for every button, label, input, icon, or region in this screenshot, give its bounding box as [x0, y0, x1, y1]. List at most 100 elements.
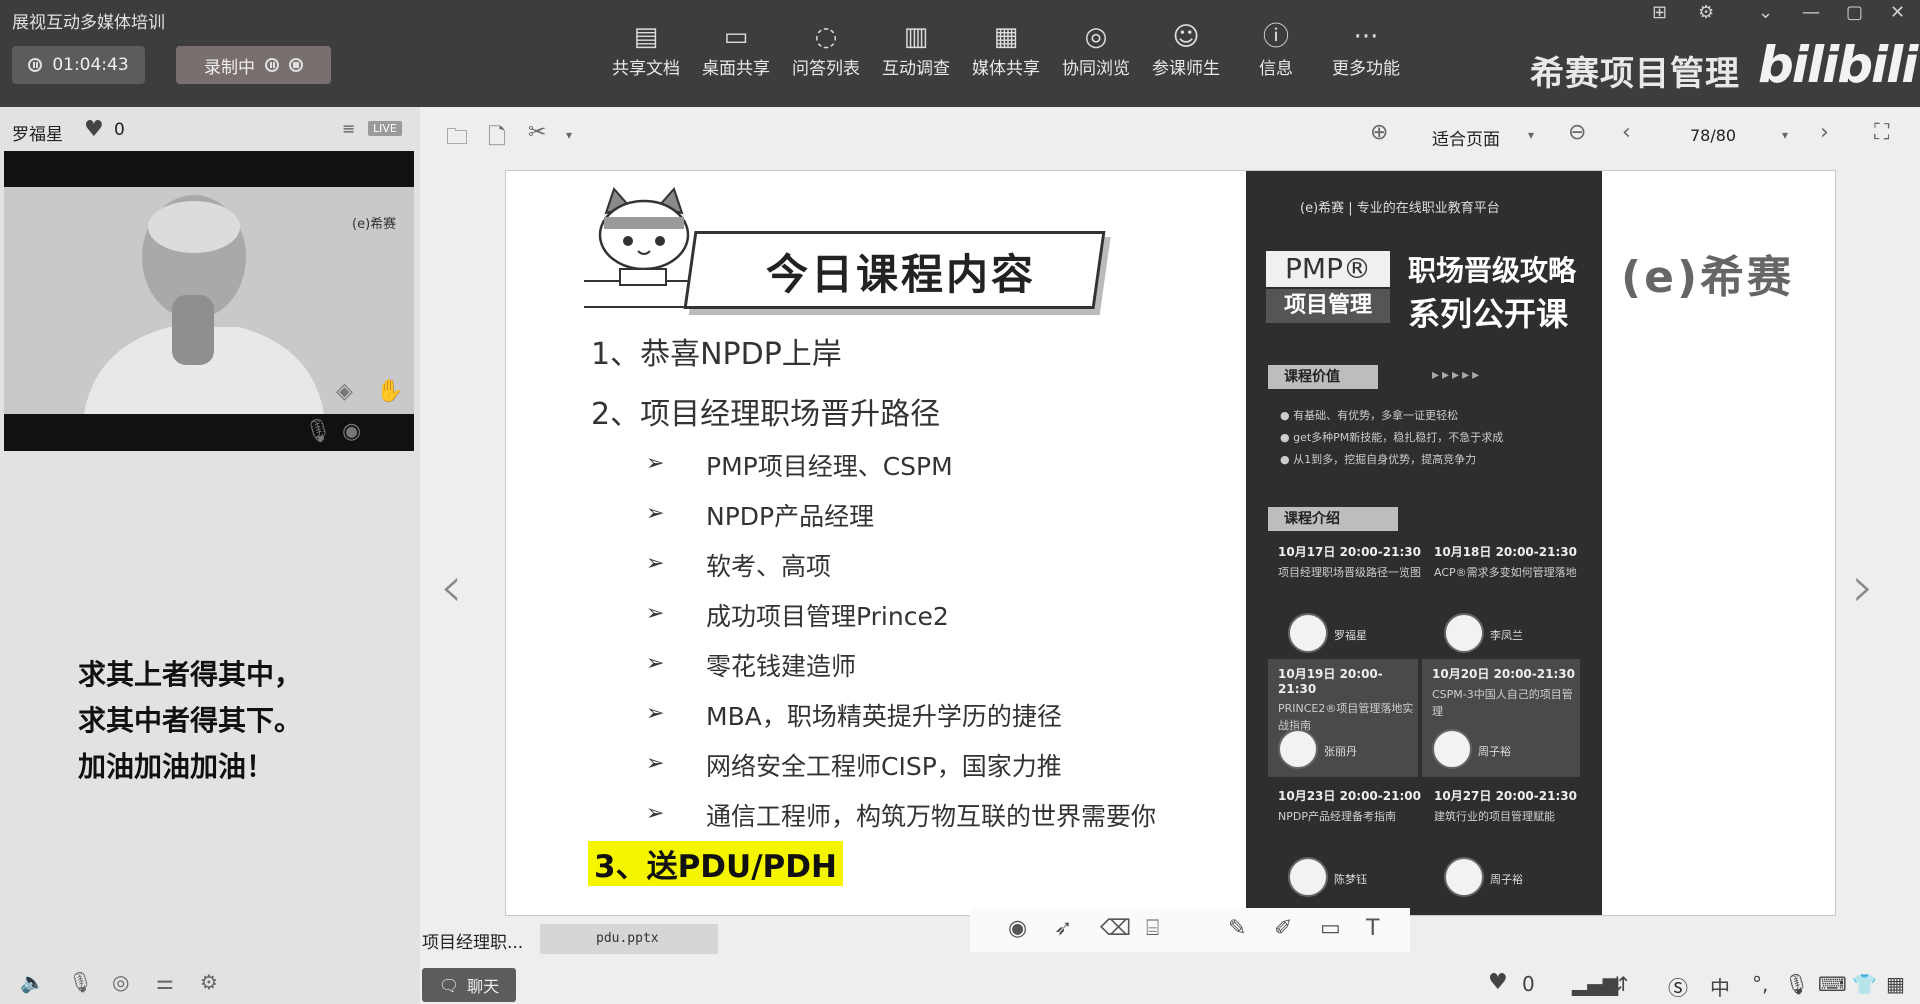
tool-media-share[interactable]: ▦ 媒体共享	[962, 20, 1050, 92]
punctuation-icon[interactable]: °,	[1752, 972, 1768, 996]
skin-shirt-icon[interactable]: 👕	[1852, 972, 1877, 996]
card-date: 10月17日 20:00-21:30	[1278, 545, 1421, 559]
course-poster: (e)希赛 | 专业的在线职业教育平台 PMP® 项目管理 职场晋级攻略 系列公…	[1246, 171, 1602, 915]
sub-item: 软考、高项	[706, 552, 832, 581]
dropdown-caret-icon[interactable]: ▾	[566, 128, 572, 142]
camera-icon[interactable]: ◉	[342, 419, 361, 444]
hand-raise-icon[interactable]: ✋	[376, 379, 403, 404]
agenda-item-2: 2、项目经理职场晋升路径	[591, 397, 941, 432]
scroll-updown-icon[interactable]: ⇵	[1612, 972, 1629, 996]
toolbox-icon[interactable]: ▦	[1886, 972, 1905, 996]
file-tab[interactable]: pdu.pptx	[540, 924, 718, 954]
settings-icon[interactable]: ⚙	[200, 970, 218, 994]
prev-page-icon[interactable]: ‹	[1622, 120, 1631, 145]
fullscreen-icon[interactable]: ⛶	[1874, 120, 1889, 145]
pm-badge: 项目管理	[1266, 289, 1390, 323]
tool-desktop-share[interactable]: ▭ 桌面共享	[692, 20, 780, 92]
zoom-in-icon[interactable]: ⊕	[1370, 120, 1388, 145]
next-slide-arrow-icon[interactable]: ›	[1852, 555, 1874, 620]
recording-control[interactable]: 录制中	[176, 46, 331, 84]
new-file-icon[interactable]: 🗋	[488, 120, 506, 158]
teacher-name: 周子裕	[1490, 873, 1523, 886]
card-desc: 建筑行业的项目管理赋能	[1434, 810, 1555, 823]
close-icon[interactable]: ✕	[1890, 2, 1905, 23]
heart-icon[interactable]: ♥	[84, 117, 104, 142]
tool-info[interactable]: ⓘ 信息	[1232, 20, 1320, 92]
arrows-decoration: ▸▸▸▸▸	[1432, 367, 1483, 383]
presenter-figure	[84, 195, 324, 414]
scissors-icon[interactable]: ✂	[528, 120, 546, 145]
text-tool-icon[interactable]: T	[1366, 916, 1379, 941]
xisai-logo: (e)希赛	[1621, 252, 1795, 303]
fit-page-select[interactable]: 适合页面	[1432, 125, 1500, 150]
maximize-icon[interactable]: ▢	[1846, 2, 1863, 23]
brand-name: 希赛项目管理	[1530, 54, 1740, 94]
card-desc: NPDP产品经理备考指南	[1278, 810, 1396, 823]
tool-co-browse[interactable]: ◎ 协同浏览	[1052, 20, 1140, 92]
clear-broom-icon[interactable]: ⌸	[1146, 916, 1159, 941]
page-dropdown-icon[interactable]: ▾	[1782, 128, 1788, 142]
speaker-icon[interactable]: 🔈	[20, 970, 45, 994]
fit-dropdown-icon[interactable]: ▾	[1528, 128, 1534, 142]
value-line: ● 从1到多，挖掘自身优势，提高竞争力	[1280, 453, 1477, 466]
pmp-badge: PMP®	[1266, 251, 1390, 287]
course-card: 10月19日 20:00-21:30 PRINCE2®项目管理落地实战指南 张丽…	[1268, 659, 1418, 777]
card-date: 10月18日 20:00-21:30	[1434, 545, 1577, 559]
prev-slide-arrow-icon[interactable]: ‹	[440, 555, 462, 620]
sub-item: 网络安全工程师CISP，国家力推	[706, 752, 1062, 781]
tool-survey[interactable]: ▥ 互动调查	[872, 20, 960, 92]
agenda-item-3-highlighted: 3、送PDU/PDH	[588, 841, 843, 886]
webcam-icon[interactable]: ◎	[112, 970, 129, 994]
timer-value: 01:04:43	[52, 55, 129, 75]
chat-button[interactable]: 🗨 聊天	[422, 968, 516, 1002]
mic-icon[interactable]: 🎙	[68, 970, 93, 994]
minimize-icon[interactable]: —	[1802, 2, 1820, 23]
next-page-icon[interactable]: ›	[1820, 120, 1829, 145]
eraser-icon[interactable]: ⌫	[1100, 916, 1131, 941]
course-card: 10月23日 20:00-21:00 NPDP产品经理备考指南 陈梦钰	[1278, 787, 1428, 905]
timer-pill[interactable]: 01:04:43	[12, 46, 145, 84]
tool-more[interactable]: ··· 更多功能	[1322, 20, 1410, 92]
stop-recording-icon[interactable]	[289, 58, 303, 72]
tool-share-document[interactable]: ▤ 共享文档	[602, 20, 690, 92]
pen-icon[interactable]: ✎	[1228, 916, 1246, 941]
rectangle-icon[interactable]: ▭	[1320, 916, 1341, 941]
tool-qa-list[interactable]: ◌ 问答列表	[782, 20, 870, 92]
motto-text: 求其上者得其中， 求其中者得其下。 加油加油加油！	[78, 652, 302, 790]
sub-item: MBA，职场精英提升学历的捷径	[706, 702, 1062, 731]
laser-pointer-icon[interactable]: ◉	[1008, 916, 1027, 941]
ime-logo-icon[interactable]: Ⓢ	[1668, 972, 1688, 1001]
sub-item: 通信工程师，构筑万物互联的世界需要你	[706, 802, 1157, 831]
poster-title-1: 职场晋级攻略	[1408, 254, 1577, 287]
document-name[interactable]: 项目经理职...	[422, 928, 523, 953]
select-arrow-icon[interactable]: ➶	[1054, 916, 1072, 941]
voice-input-icon[interactable]: 🎙	[1784, 972, 1809, 996]
chevron-down-icon[interactable]: ⌄	[1758, 2, 1773, 23]
teacher-avatar	[1288, 857, 1328, 897]
ime-language[interactable]: 中	[1710, 972, 1730, 1001]
like-heart-icon[interactable]: ♥	[1488, 970, 1508, 995]
teacher-avatar	[1444, 857, 1484, 897]
tool-participants[interactable]: ☺ 参课师生	[1142, 20, 1230, 92]
layout-icon[interactable]: ⊞	[1652, 2, 1667, 23]
settings-gear-icon[interactable]: ⚙	[1698, 2, 1714, 23]
list-menu-icon[interactable]: ≡	[342, 119, 355, 138]
highlighter-icon[interactable]: ✐	[1274, 916, 1292, 941]
page-indicator[interactable]: 78/80	[1690, 126, 1736, 145]
like-count: 0	[114, 120, 125, 140]
microphone-icon[interactable]: 🎙	[304, 419, 332, 444]
open-folder-icon[interactable]: 🗀	[446, 120, 468, 158]
value-line: ● get多种PM新技能，稳扎稳打，不急于求成	[1280, 431, 1504, 444]
desktop-share-icon: ▭	[723, 22, 749, 52]
chat-label: 聊天	[467, 977, 500, 996]
pause-recording-icon[interactable]	[265, 58, 279, 72]
card-desc: 项目经理职场晋级路径一览图	[1278, 566, 1421, 579]
course-card: 10月20日 20:00-21:30 CSPM-3中国人自己的项目管理 周子裕	[1422, 659, 1580, 777]
keyboard-icon[interactable]: ⌨	[1818, 972, 1847, 996]
screen-share-off-icon[interactable]: ◈	[336, 379, 353, 404]
sub-item: NPDP产品经理	[706, 502, 875, 531]
bullet-arrow-icon: ➢	[646, 451, 665, 476]
tool-label: 共享文档	[612, 59, 680, 79]
equalizer-icon[interactable]: ⚌	[156, 970, 174, 994]
zoom-out-icon[interactable]: ⊖	[1568, 120, 1586, 145]
